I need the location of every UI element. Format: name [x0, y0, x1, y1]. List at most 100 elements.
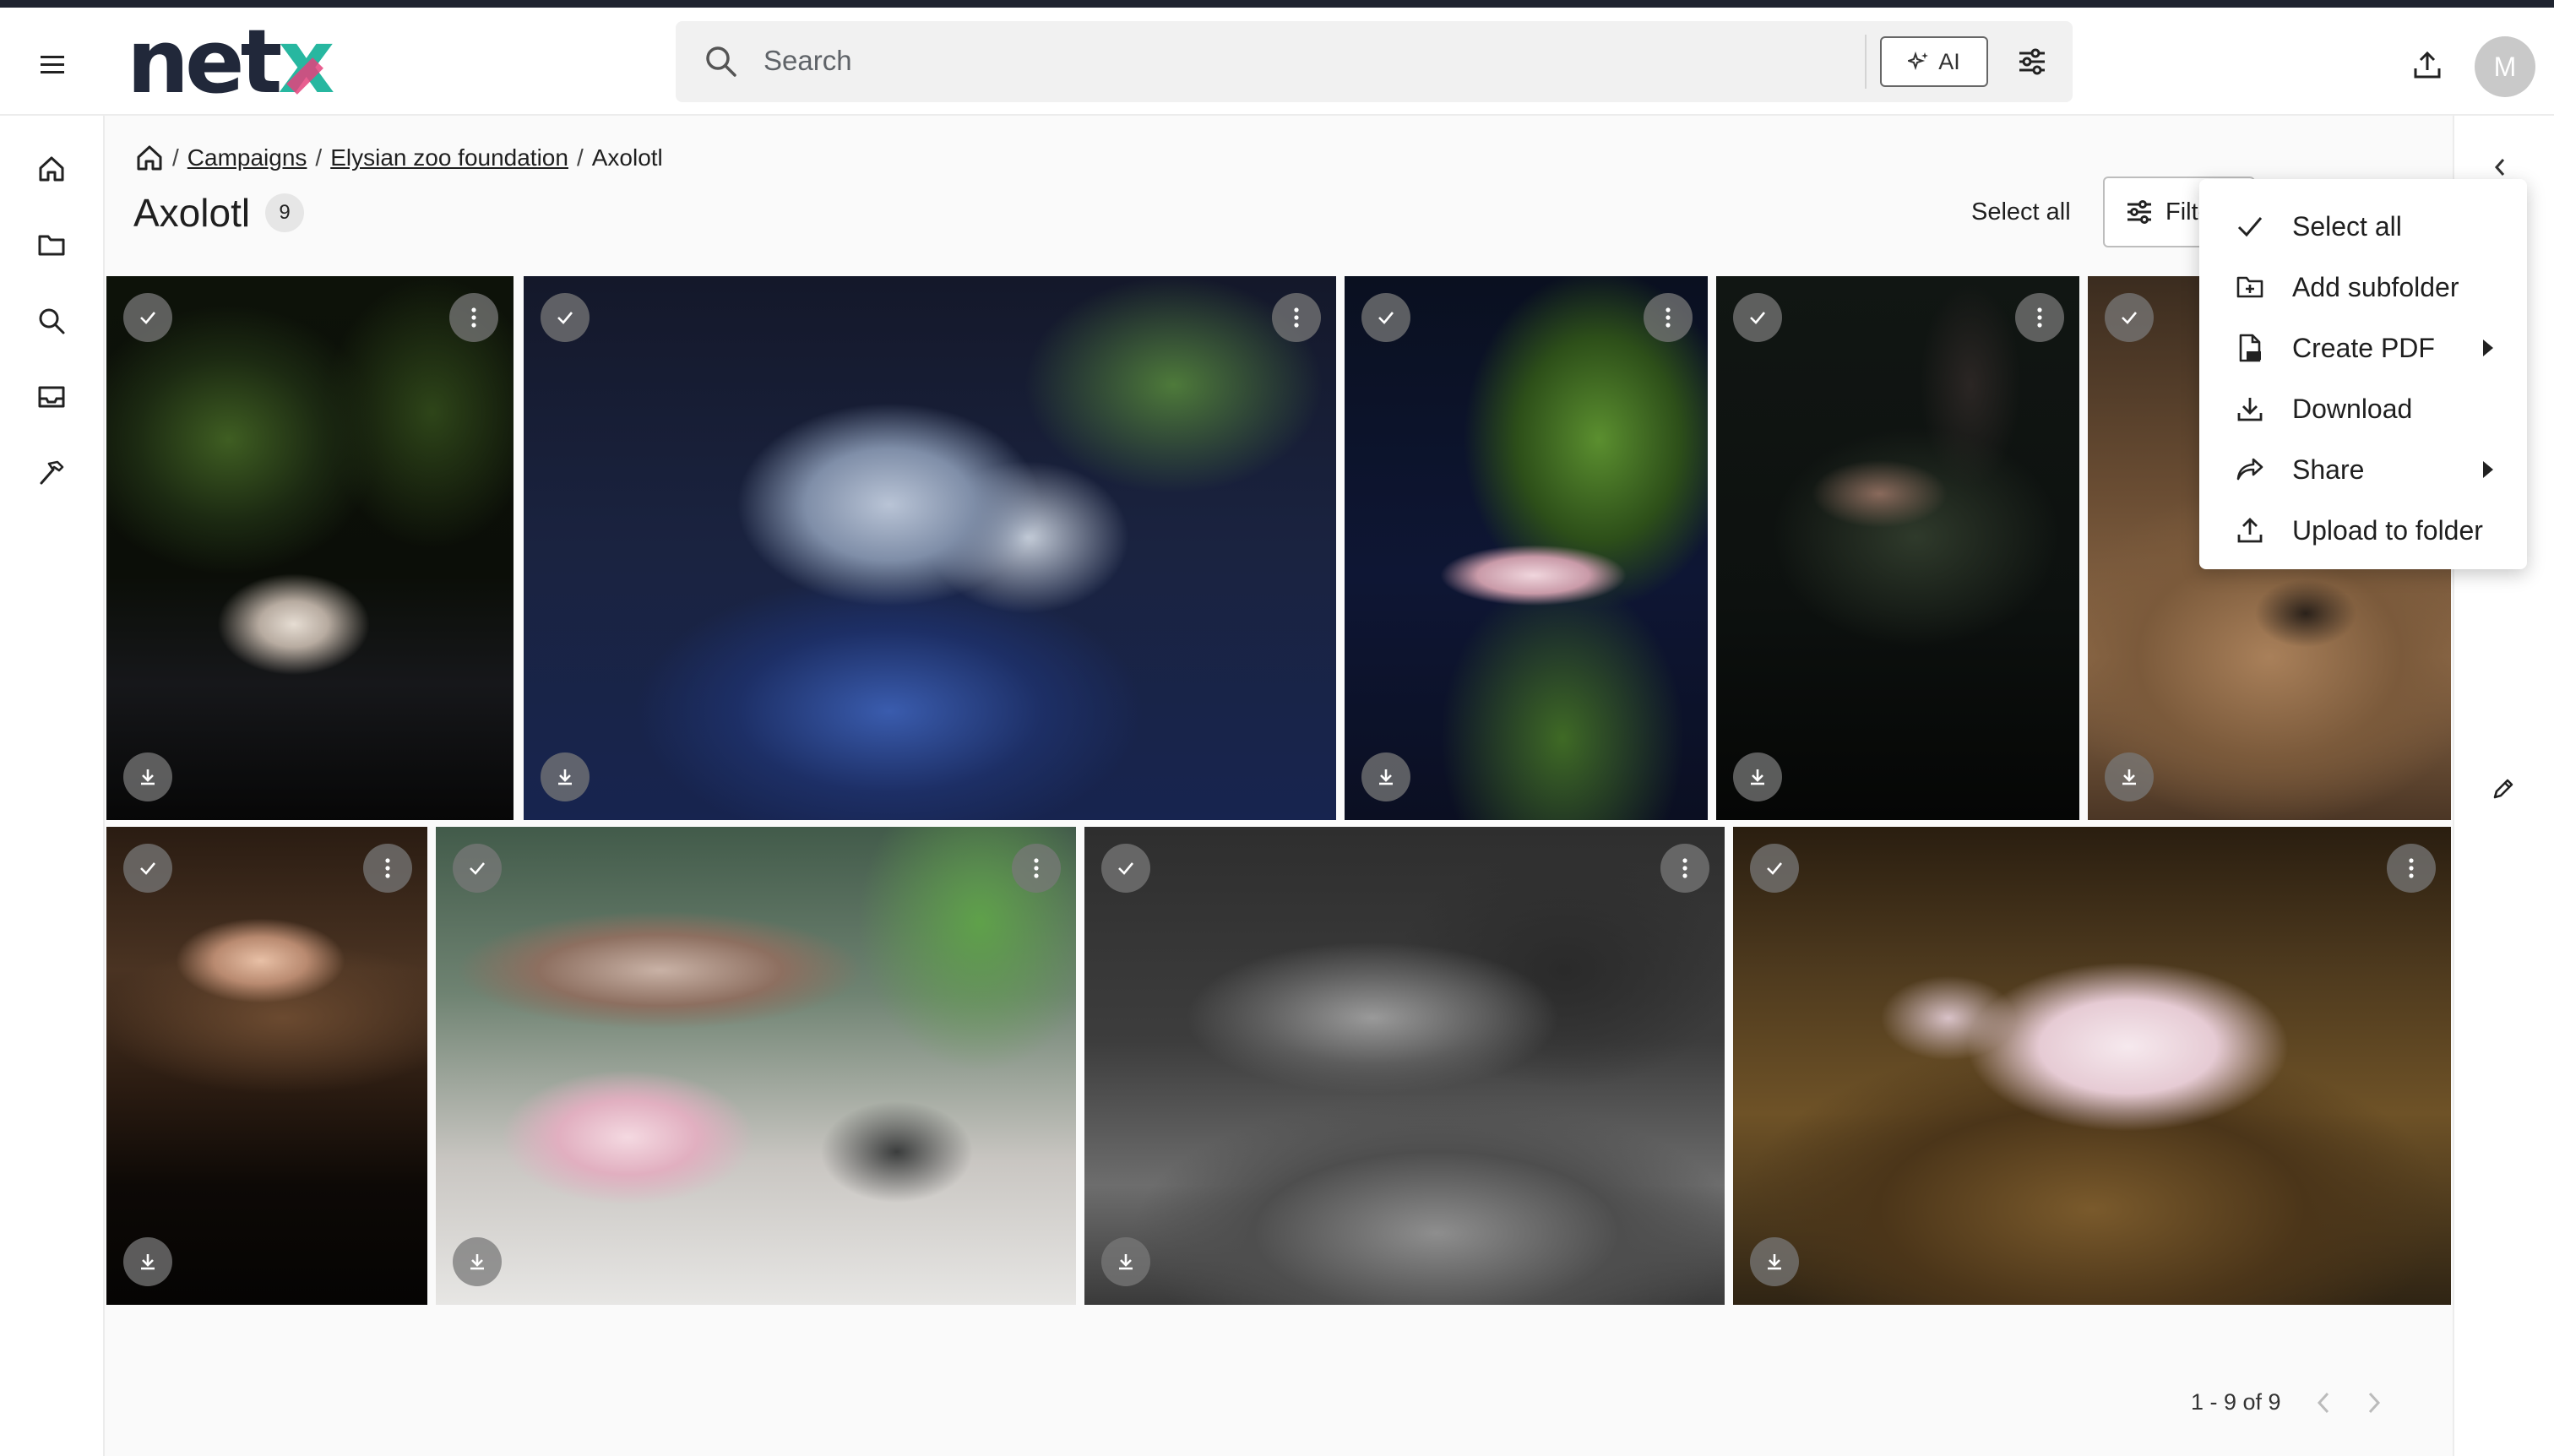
download-button[interactable] [541, 752, 590, 801]
upload-icon [2414, 51, 2441, 79]
asset-tile[interactable] [106, 827, 427, 1305]
search-icon [706, 46, 736, 77]
menu-item-create-pdf[interactable]: Create PDF [2199, 318, 2527, 378]
asset-tile[interactable] [436, 827, 1076, 1305]
more-vertical-icon [2409, 858, 2414, 878]
more-options-button[interactable] [449, 293, 498, 342]
check-icon [1750, 312, 1765, 324]
breadcrumb-link-elysian-zoo-foundation[interactable]: Elysian zoo foundation [330, 144, 568, 171]
add-folder-icon [2236, 276, 2263, 298]
asset-thumbnail [524, 276, 1336, 820]
download-button[interactable] [123, 752, 172, 801]
edit-button[interactable] [2483, 769, 2524, 809]
check-icon [1118, 862, 1133, 875]
select-all-button[interactable]: Select all [1971, 198, 2071, 226]
nav-search[interactable] [30, 300, 73, 342]
download-button[interactable] [453, 1237, 502, 1286]
sliders-icon [2019, 48, 2045, 75]
check-icon [1767, 862, 1782, 875]
top-accent-bar [0, 0, 2554, 8]
download-button[interactable] [1101, 1237, 1150, 1286]
chevron-right-icon[interactable] [2366, 1390, 2383, 1415]
download-icon [558, 769, 572, 785]
select-checkbox[interactable] [123, 844, 172, 893]
user-avatar[interactable]: M [2475, 36, 2535, 97]
search-input[interactable]: Search [763, 45, 852, 77]
menu-item-download[interactable]: Download [2199, 378, 2527, 439]
menu-item-add-subfolder[interactable]: Add subfolder [2199, 257, 2527, 318]
select-checkbox[interactable] [1750, 844, 1799, 893]
download-icon [141, 1254, 155, 1270]
hamburger-menu-button[interactable] [32, 45, 73, 85]
more-options-button[interactable] [2015, 293, 2064, 342]
pdf-icon [2239, 334, 2261, 362]
folder-icon [38, 235, 65, 256]
pagination-range: 1 - 9 of 9 [2191, 1389, 2281, 1415]
home-icon [39, 156, 64, 182]
breadcrumb-separator: / [576, 144, 584, 171]
check-icon [140, 312, 155, 324]
search-divider [1865, 35, 1867, 89]
asset-tile[interactable] [1345, 276, 1708, 820]
download-button[interactable] [1733, 752, 1782, 801]
app-header: net x Search AI M [0, 8, 2554, 116]
submenu-arrow-icon [2483, 461, 2493, 478]
asset-tile[interactable] [524, 276, 1336, 820]
download-icon [470, 1254, 484, 1270]
upload-button[interactable] [2404, 41, 2451, 89]
more-vertical-icon [1034, 858, 1039, 878]
download-icon [1768, 1254, 1781, 1270]
asset-tile[interactable] [1733, 827, 2451, 1305]
netx-logo[interactable]: net x [127, 10, 334, 113]
title-row: Axolotl 9 [133, 190, 305, 236]
select-checkbox[interactable] [2105, 293, 2154, 342]
select-checkbox[interactable] [1733, 293, 1782, 342]
share-icon [2236, 458, 2263, 481]
asset-thumbnail [1733, 827, 2451, 1305]
more-options-button[interactable] [1660, 844, 1709, 893]
inbox-icon [38, 386, 65, 408]
nav-inbox[interactable] [30, 376, 73, 418]
chevron-left-icon[interactable] [2315, 1390, 2332, 1415]
nav-tools[interactable] [30, 452, 73, 494]
breadcrumb: / Campaigns / Elysian zoo foundation / A… [135, 133, 663, 183]
asset-tile[interactable] [1716, 276, 2079, 820]
download-button[interactable] [1361, 752, 1410, 801]
download-button[interactable] [2105, 752, 2154, 801]
more-options-button[interactable] [1644, 293, 1693, 342]
select-checkbox[interactable] [123, 293, 172, 342]
select-checkbox[interactable] [453, 844, 502, 893]
menu-item-share[interactable]: Share [2199, 439, 2527, 500]
download-icon [1379, 769, 1393, 785]
search-bar[interactable]: Search AI [676, 21, 2073, 102]
more-options-button[interactable] [363, 844, 412, 893]
more-vertical-icon [471, 307, 476, 328]
select-checkbox[interactable] [1361, 293, 1410, 342]
logo-text-accent: x [278, 10, 334, 113]
home-icon[interactable] [135, 144, 164, 172]
check-icon [2237, 217, 2263, 237]
menu-item-select-all[interactable]: Select all [2199, 196, 2527, 257]
asset-tile[interactable] [106, 276, 514, 820]
select-checkbox[interactable] [541, 293, 590, 342]
asset-tile[interactable] [1084, 827, 1725, 1305]
more-options-button[interactable] [1272, 293, 1321, 342]
search-filters-button[interactable] [2008, 38, 2056, 85]
breadcrumb-link-campaigns[interactable]: Campaigns [187, 144, 307, 171]
more-vertical-icon [1666, 307, 1671, 328]
ai-search-button[interactable]: AI [1880, 36, 1988, 87]
more-options-button[interactable] [1012, 844, 1061, 893]
download-icon [2122, 769, 2136, 785]
menu-item-upload-to-folder[interactable]: Upload to folder [2199, 500, 2527, 561]
menu-item-label: Share [2292, 454, 2365, 485]
more-options-button[interactable] [2387, 844, 2436, 893]
pencil-icon [2493, 779, 2513, 799]
nav-home[interactable] [30, 148, 73, 190]
download-icon [2237, 398, 2263, 421]
asset-thumbnail [1084, 827, 1725, 1305]
item-count-badge: 9 [265, 193, 305, 232]
download-button[interactable] [123, 1237, 172, 1286]
download-button[interactable] [1750, 1237, 1799, 1286]
nav-folders[interactable] [30, 224, 73, 266]
select-checkbox[interactable] [1101, 844, 1150, 893]
